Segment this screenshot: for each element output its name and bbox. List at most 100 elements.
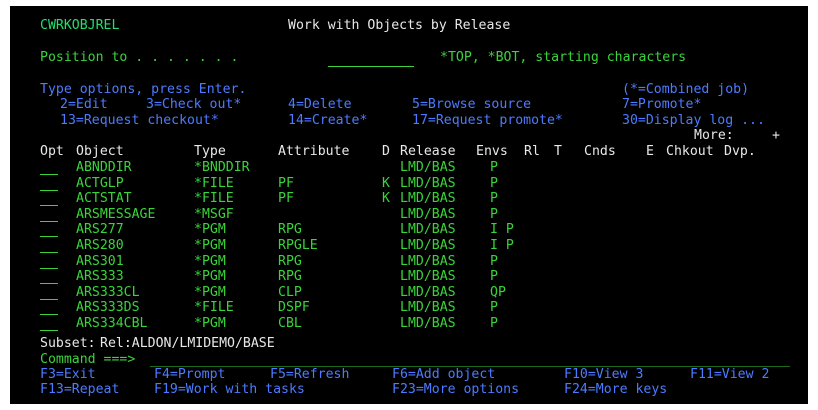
object-attribute: RPGLE (278, 238, 318, 253)
fkey-view-2[interactable]: F11=View 2 (690, 367, 769, 383)
option-input[interactable] (40, 314, 58, 316)
object-name: ABNDDIR (76, 160, 132, 175)
col-t: T (554, 144, 562, 159)
col-object: Object (76, 144, 124, 159)
object-name: ARS301 (76, 253, 124, 269)
option-display-log: 30=Display log ... (622, 113, 765, 128)
object-type: *PGM (194, 269, 226, 285)
command-label: Command ===> (40, 352, 136, 367)
option-input[interactable] (40, 189, 58, 191)
col-d: D (382, 144, 390, 159)
more-indicator: More: (694, 128, 734, 143)
col-chkout: Chkout (666, 144, 714, 159)
object-type: *PGM (194, 316, 226, 331)
option-input[interactable] (40, 283, 58, 285)
object-type: *PGM (194, 284, 226, 300)
col-release: Release (400, 144, 456, 159)
instructions-text: Type options, press Enter. (40, 82, 247, 97)
object-type: *PGM (194, 238, 226, 253)
object-release: LMD/BAS (400, 175, 456, 191)
col-opt: Opt (40, 144, 64, 159)
object-d-flag: K (382, 175, 390, 191)
object-envs: P (490, 253, 498, 269)
object-release: LMD/BAS (400, 206, 456, 222)
object-name: ARS333DS (76, 300, 140, 316)
object-name: ARSMESSAGE (76, 206, 156, 222)
fkey-more-options[interactable]: F23=More options (392, 382, 519, 398)
col-envs: Envs (476, 144, 508, 159)
object-envs: P (490, 191, 498, 207)
option-promote: 7=Promote* (622, 97, 702, 112)
col-attribute: Attribute (278, 144, 350, 159)
object-envs: P (490, 160, 498, 175)
object-type: *FILE (194, 300, 234, 316)
object-attribute: DSPF (278, 300, 310, 316)
option-input[interactable] (40, 330, 58, 331)
object-attribute: CLP (278, 284, 302, 300)
object-name: ARS280 (76, 238, 124, 253)
fkey-exit[interactable]: F3=Exit (40, 367, 96, 383)
object-name: ARS334CBL (76, 316, 148, 331)
object-name: ARS333CL (76, 284, 140, 300)
object-envs: I P (490, 222, 514, 238)
option-create: 14=Create* (288, 113, 368, 128)
more-plus: + (772, 128, 780, 143)
fkey-work-with-tasks[interactable]: F19=Work with tasks (154, 382, 305, 398)
object-release: LMD/BAS (400, 284, 456, 300)
fkey-more-keys[interactable]: F24=More keys (564, 382, 667, 398)
fkey-add-object[interactable]: F6=Add object (392, 367, 495, 383)
object-attribute: RPG (278, 253, 302, 269)
option-input[interactable] (40, 174, 58, 175)
fkey-refresh[interactable]: F5=Refresh (270, 367, 349, 383)
option-request-promote: 17=Request promote* (412, 113, 563, 128)
combined-job-note: (*=Combined job) (622, 82, 750, 97)
object-release: LMD/BAS (400, 316, 456, 331)
object-name: ACTSTAT (76, 191, 132, 207)
object-release: LMD/BAS (400, 238, 456, 253)
object-type: *FILE (194, 191, 234, 207)
option-input[interactable] (40, 236, 58, 238)
object-envs: P (490, 206, 498, 222)
subset-label: Subset: (40, 336, 96, 351)
position-label: Position to . . . . . . . (40, 50, 239, 65)
object-attribute: PF (278, 175, 294, 191)
screen-title: Work with Objects by Release (288, 18, 511, 33)
object-envs: P (490, 175, 498, 191)
option-input[interactable] (40, 252, 58, 253)
col-dvp: Dvp. (724, 144, 756, 159)
object-attribute: CBL (278, 316, 302, 331)
object-release: LMD/BAS (400, 160, 456, 175)
object-type: *PGM (194, 222, 226, 238)
fkey-prompt[interactable]: F4=Prompt (154, 367, 225, 383)
option-input[interactable] (40, 220, 58, 222)
object-name: ARS277 (76, 222, 124, 238)
terminal-window: CWRKOBJREL Work with Objects by Release … (10, 6, 808, 404)
object-release: LMD/BAS (400, 222, 456, 238)
object-type: *MSGF (194, 206, 234, 222)
option-request-checkout: 13=Request checkout* (60, 113, 219, 128)
object-envs: P (490, 269, 498, 285)
option-input[interactable] (40, 205, 58, 207)
object-name: ACTGLP (76, 175, 124, 191)
option-input[interactable] (40, 298, 58, 300)
option-browse-source: 5=Browse source (412, 97, 532, 112)
fkey-repeat[interactable]: F13=Repeat (40, 382, 119, 398)
col-rl: Rl (524, 144, 540, 159)
object-type: *PGM (194, 253, 226, 269)
object-type: *BNDDIR (194, 160, 250, 175)
object-release: LMD/BAS (400, 269, 456, 285)
position-hint: *TOP, *BOT, starting characters (440, 50, 687, 65)
col-e: E (646, 144, 654, 159)
position-input[interactable] (328, 66, 414, 67)
object-attribute: RPG (278, 222, 302, 238)
object-d-flag: K (382, 191, 390, 207)
object-release: LMD/BAS (400, 191, 456, 207)
object-attribute: PF (278, 191, 294, 207)
col-cnds: Cnds (584, 144, 616, 159)
fkey-view-3[interactable]: F10=View 3 (564, 367, 643, 383)
object-release: LMD/BAS (400, 253, 456, 269)
option-delete: 4=Delete (288, 97, 352, 112)
object-envs: P (490, 300, 498, 316)
object-envs: P (490, 316, 498, 331)
option-input[interactable] (40, 267, 58, 269)
